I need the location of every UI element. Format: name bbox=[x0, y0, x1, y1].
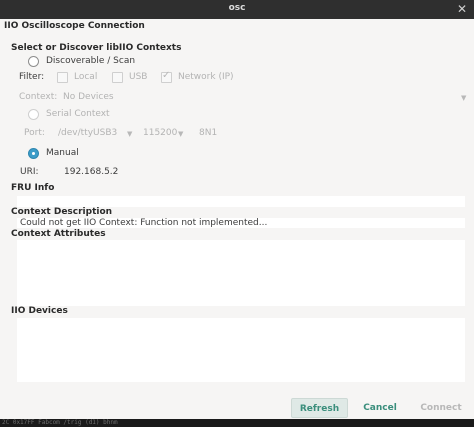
serial-format-field[interactable]: 8N1 bbox=[199, 128, 217, 138]
serial-context-label[interactable]: Serial Context bbox=[46, 109, 110, 119]
discoverable-label[interactable]: Discoverable / Scan bbox=[46, 56, 135, 66]
filter-label: Filter: bbox=[19, 72, 45, 82]
context-label: Context: bbox=[19, 92, 58, 102]
filter-local-label[interactable]: Local bbox=[74, 72, 97, 82]
filter-usb-checkbox[interactable] bbox=[112, 72, 123, 83]
discover-section-title: Select or Discover libIIO Contexts bbox=[11, 43, 182, 53]
port-dropdown[interactable]: /dev/ttyUSB3 bbox=[58, 128, 117, 138]
context-attributes-panel[interactable] bbox=[17, 240, 465, 306]
refresh-button[interactable]: Refresh bbox=[291, 398, 348, 418]
port-label: Port: bbox=[24, 128, 45, 138]
baud-dropdown[interactable]: 115200 bbox=[143, 128, 177, 138]
iio-devices-title: IIO Devices bbox=[11, 306, 68, 316]
manual-label[interactable]: Manual bbox=[46, 148, 79, 158]
discoverable-radio[interactable] bbox=[28, 56, 39, 67]
context-description-title: Context Description bbox=[11, 207, 113, 217]
connect-button[interactable]: Connect bbox=[412, 398, 470, 418]
filter-network-checkbox[interactable] bbox=[161, 70, 172, 83]
dialog-title: IIO Oscilloscope Connection bbox=[4, 21, 145, 31]
close-icon[interactable]: ✕ bbox=[455, 2, 469, 16]
uri-input[interactable]: 192.168.5.2 bbox=[64, 167, 118, 177]
background-terminal-text: 2C 0x17FF Fabcom /trig (d1) bhnm bbox=[0, 419, 474, 427]
iio-devices-panel[interactable] bbox=[17, 318, 465, 382]
uri-label: URI: bbox=[20, 167, 39, 177]
serial-context-radio[interactable] bbox=[28, 109, 39, 120]
filter-usb-label[interactable]: USB bbox=[129, 72, 147, 82]
port-chevron-icon[interactable]: ▼ bbox=[127, 130, 132, 138]
cancel-button[interactable]: Cancel bbox=[354, 398, 406, 418]
window-titlebar: osc ✕ bbox=[0, 0, 474, 19]
fru-info-title: FRU Info bbox=[11, 183, 55, 193]
filter-local-checkbox[interactable] bbox=[57, 72, 68, 83]
filter-network-label[interactable]: Network (IP) bbox=[178, 72, 234, 82]
baud-chevron-icon[interactable]: ▼ bbox=[178, 130, 183, 138]
context-attributes-title: Context Attributes bbox=[11, 229, 106, 239]
fru-info-panel bbox=[17, 196, 465, 207]
context-dropdown-chevron-icon[interactable]: ▼ bbox=[461, 94, 466, 102]
manual-radio[interactable] bbox=[28, 148, 39, 159]
dialog-body: IIO Oscilloscope Connection Select or Di… bbox=[0, 19, 474, 419]
context-description-text: Could not get IIO Context: Function not … bbox=[20, 218, 268, 228]
window-title: osc bbox=[228, 3, 246, 13]
context-dropdown[interactable]: No Devices bbox=[63, 92, 114, 102]
